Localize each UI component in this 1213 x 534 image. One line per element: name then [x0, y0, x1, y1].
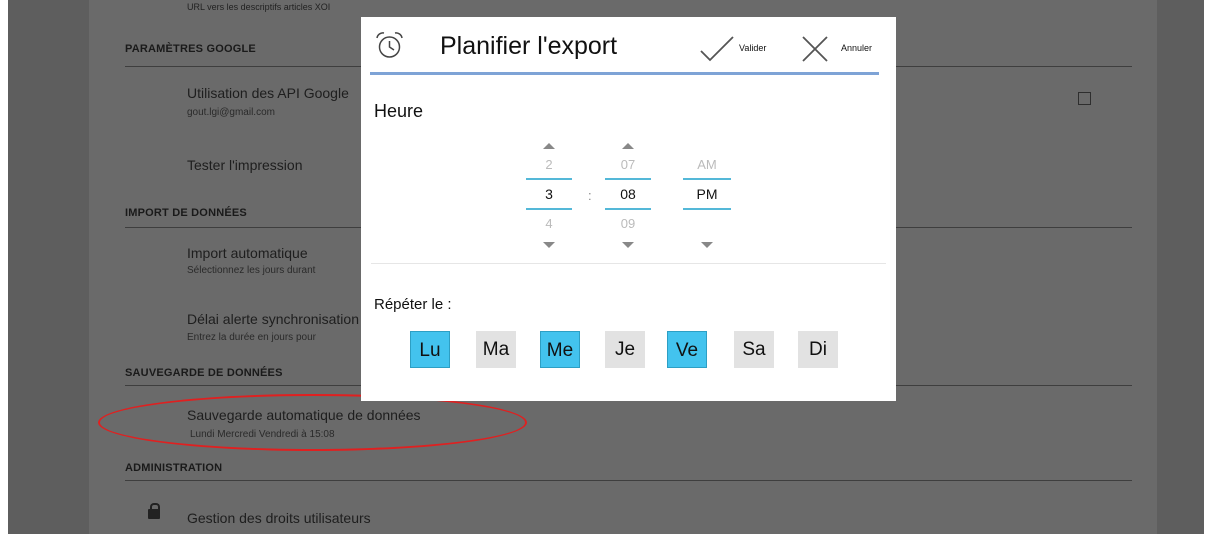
picker-divider [683, 208, 731, 210]
auto-import-subtext: Sélectionnez les jours durant [187, 265, 316, 276]
picker-divider [526, 178, 572, 180]
auto-import-title[interactable]: Import automatique [187, 245, 308, 261]
print-test-item[interactable]: Tester l'impression [187, 157, 303, 173]
dialog-divider [371, 263, 886, 264]
confirm-button[interactable]: Valider [739, 43, 766, 53]
time-label: Heure [374, 101, 424, 121]
checkmark-icon[interactable] [699, 34, 735, 64]
section-header-backup: SAUVEGARDE DE DONNÉES [125, 367, 283, 379]
hour-decrement-icon[interactable] [543, 242, 555, 248]
hour-next[interactable]: 4 [526, 216, 572, 231]
day-toggle-ve[interactable]: Ve [667, 331, 707, 368]
title-underline [370, 72, 879, 75]
day-toggle-je[interactable]: Je [605, 331, 645, 368]
user-rights-item[interactable]: Gestion des droits utilisateurs [187, 510, 371, 526]
section-header-admin: ADMINISTRATION [125, 462, 223, 474]
day-toggle-sa[interactable]: Sa [734, 331, 774, 368]
cancel-button[interactable]: Annuler [841, 43, 872, 53]
minute-value[interactable]: 08 [605, 186, 651, 202]
day-toggle-ma[interactable]: Ma [476, 331, 516, 368]
ampm-decrement-icon[interactable] [701, 242, 713, 248]
picker-divider [605, 208, 651, 210]
ampm-value[interactable]: PM [683, 186, 731, 202]
section-header-google: PARAMÈTRES GOOGLE [125, 43, 256, 55]
picker-divider [683, 178, 731, 180]
minute-prev[interactable]: 07 [605, 157, 651, 172]
close-icon[interactable] [801, 35, 829, 63]
minute-next[interactable]: 09 [605, 216, 651, 231]
picker-divider [526, 208, 572, 210]
picker-divider [605, 178, 651, 180]
minute-increment-icon[interactable] [622, 143, 634, 149]
google-api-account: gout.lgi@gmail.com [187, 107, 275, 118]
day-toggle-me[interactable]: Me [540, 331, 580, 368]
section-header-import: IMPORT DE DONNÉES [125, 207, 247, 219]
ampm-prev[interactable]: AM [683, 157, 731, 172]
dialog-title: Planifier l'export [440, 32, 618, 60]
hour-value[interactable]: 3 [526, 186, 572, 202]
day-toggle-di[interactable]: Di [798, 331, 838, 368]
sync-delay-subtext: Entrez la durée en jours pour [187, 332, 316, 343]
time-separator: : [588, 188, 592, 203]
hour-prev[interactable]: 2 [526, 157, 572, 172]
sync-delay-title[interactable]: Délai alerte synchronisation [187, 311, 359, 327]
highlight-oval [98, 394, 527, 451]
url-descriptions-subtext: URL vers les descriptifs articles XOI [187, 2, 331, 12]
google-api-checkbox[interactable] [1078, 92, 1091, 105]
minute-decrement-icon[interactable] [622, 242, 634, 248]
alarm-clock-icon [376, 32, 403, 58]
repeat-label: Répéter le : [374, 296, 452, 313]
google-api-title[interactable]: Utilisation des API Google [187, 85, 349, 101]
hour-increment-icon[interactable] [543, 143, 555, 149]
lock-icon [148, 503, 160, 519]
section-divider [125, 480, 1132, 481]
day-toggle-lu[interactable]: Lu [410, 331, 450, 368]
